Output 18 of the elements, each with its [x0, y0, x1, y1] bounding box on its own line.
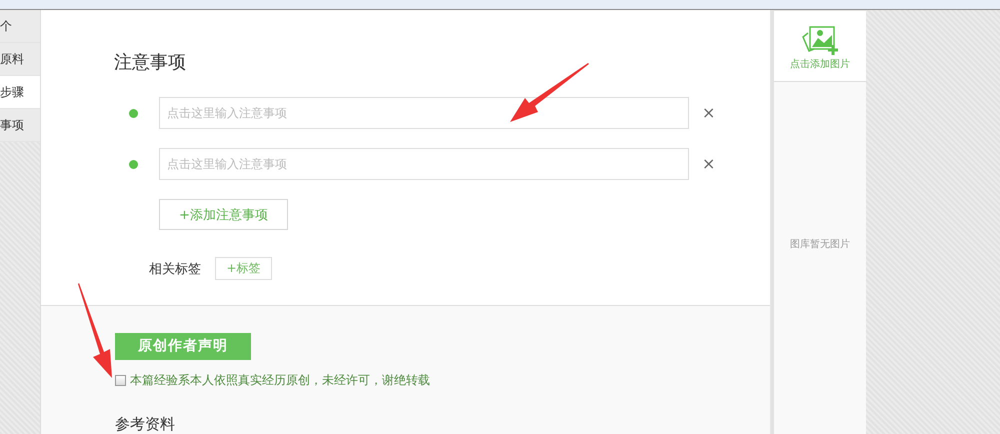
nav-item[interactable]: 个 — [0, 10, 40, 43]
note-input-field[interactable]: 点击这里输入注意事项 — [159, 97, 689, 129]
section-title: 参考资料 — [115, 415, 176, 434]
image-add-icon — [800, 25, 840, 55]
remove-button[interactable]: × — [702, 105, 716, 121]
checkbox-label: 本篇经验系本人依照真实经历原创，未经许可，谢绝转载 — [130, 372, 430, 389]
bullet-dot — [129, 108, 138, 118]
section-title: 注意事项 — [114, 51, 187, 75]
tags-label: 相关标签 — [149, 260, 201, 278]
bullet-dot — [129, 160, 138, 168]
nav-item[interactable]: 原料 — [0, 43, 40, 76]
note-input-field[interactable]: 点击这里输入注意事项 — [159, 148, 689, 180]
nav-item[interactable]: 步骤 — [0, 76, 40, 109]
nav-item[interactable]: 事项 — [0, 109, 40, 142]
remove-button[interactable]: × — [702, 156, 716, 172]
declaration-banner: 原创作者声明 — [115, 333, 251, 360]
empty-gallery-text: 图库暂无图片 — [789, 238, 851, 251]
checkbox[interactable] — [115, 375, 126, 386]
